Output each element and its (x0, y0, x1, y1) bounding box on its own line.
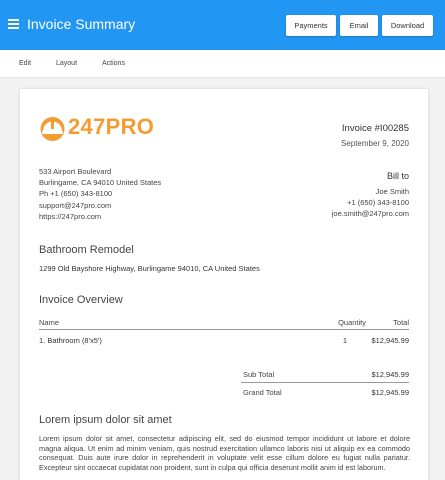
bill-to-details: Joe Smith +1 (650) 343-8100 joe.smith@24… (332, 186, 409, 220)
column-header-total: Total (393, 318, 409, 327)
grand-total-value: $12,945.99 (371, 388, 409, 397)
menu-actions[interactable]: Actions (102, 60, 125, 67)
payments-button[interactable]: Payments (286, 15, 336, 36)
company-phone: Ph +1 (650) 343-8100 (39, 189, 113, 199)
brand-logo-text: 247PRO (68, 114, 155, 139)
customer-email: joe.smith@247pro.com (331, 209, 409, 219)
column-header-quantity: Quantity (338, 318, 366, 327)
grand-total-label: Grand Total (243, 388, 282, 397)
sub-total-value: $12,945.99 (371, 370, 409, 379)
project-address: 1299 Old Bayshore Highway, Burlingame 94… (39, 264, 260, 273)
line-item-name: 1. Bathroom (8'x5') (39, 336, 102, 345)
line-item-quantity: 1 (342, 336, 347, 345)
notes-title: Lorem ipsum dolor sit amet (39, 414, 172, 426)
table-header-divider (39, 329, 409, 330)
sub-total-label: Sub Total (243, 370, 275, 379)
menu-edit[interactable]: Edit (19, 60, 31, 67)
company-email: support@247pro.com (39, 200, 112, 210)
invoice-date: September 9, 2020 (340, 139, 409, 148)
notes-body: Lorem ipsum dolor sit amet, consectetur … (39, 434, 410, 472)
project-title: Bathroom Remodel (39, 244, 134, 256)
overview-title: Invoice Overview (39, 294, 123, 306)
company-address: 533 Airport Boulevard Burlingame, CA 940… (39, 166, 161, 222)
company-website: https://247pro.com (39, 211, 102, 221)
page-title: Invoice Summary (27, 16, 136, 32)
invoice-number: Invoice #I00285 (341, 123, 409, 134)
line-item-total: $12,945.99 (371, 336, 409, 345)
totals-divider (241, 382, 409, 383)
bill-to-heading: Bill to (386, 171, 409, 181)
top-app-bar: Invoice Summary Payments Email Download (0, 0, 445, 50)
hardhat-logo-icon (40, 117, 65, 141)
invoice-document: 247PRO Invoice #I00285 September 9, 2020… (20, 89, 428, 480)
customer-phone: +1 (650) 343-8100 (347, 198, 409, 208)
menu-layout[interactable]: Layout (56, 60, 77, 67)
menu-icon[interactable] (8, 19, 19, 29)
menu-bar: Edit Layout Actions (0, 50, 445, 78)
address-line: Burlingame, CA 94010 United States (39, 178, 162, 188)
download-button[interactable]: Download (382, 15, 433, 36)
address-line: 533 Airport Boulevard (39, 167, 112, 176)
column-header-name: Name (39, 318, 60, 327)
email-button[interactable]: Email (340, 15, 378, 36)
customer-name: Joe Smith (375, 187, 409, 196)
